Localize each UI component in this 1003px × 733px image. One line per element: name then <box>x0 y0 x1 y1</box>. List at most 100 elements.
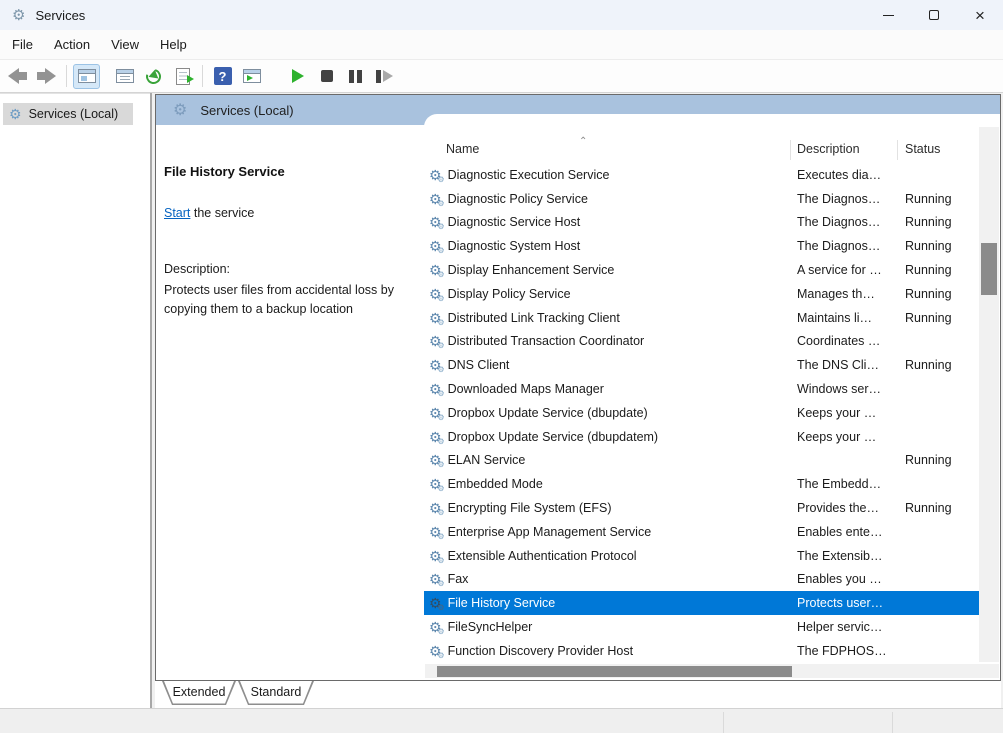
toolbar: ? <box>0 60 1003 93</box>
service-name: Distributed Link Tracking Client <box>448 311 620 325</box>
list-header: ⌃ Name Description Status <box>424 136 1000 163</box>
service-gear-icon: ⚙⚙ <box>429 311 442 325</box>
restart-service-button[interactable] <box>371 64 398 89</box>
table-row[interactable]: ⚙⚙Encrypting File System (EFS)Provides t… <box>424 496 979 520</box>
table-row[interactable]: ⚙⚙Function Discovery Provider HostThe FD… <box>424 639 979 663</box>
table-row[interactable]: ⚙⚙Display Policy ServiceManages th…Runni… <box>424 282 979 306</box>
service-description: Windows ser… <box>797 382 881 396</box>
stop-service-button[interactable] <box>313 64 340 89</box>
menu-bar: File Action View Help <box>0 30 1003 60</box>
table-row[interactable]: ⚙⚙DNS ClientThe DNS Cli…Running <box>424 353 979 377</box>
service-name: Diagnostic Execution Service <box>448 168 610 182</box>
show-console-tree-button[interactable] <box>73 64 100 89</box>
view-header-title: Services (Local) <box>200 103 293 118</box>
service-gear-icon: ⚙⚙ <box>429 644 442 658</box>
window-title: Services <box>35 8 85 23</box>
service-gear-icon: ⚙⚙ <box>429 358 442 372</box>
table-row[interactable]: ⚙⚙File History ServiceProtects user… <box>424 591 979 615</box>
service-status: Running <box>905 239 952 253</box>
horizontal-scrollbar[interactable] <box>425 664 999 678</box>
show-action-pane-button[interactable] <box>238 64 265 89</box>
table-row[interactable]: ⚙⚙Diagnostic System HostThe Diagnos…Runn… <box>424 234 979 258</box>
close-button[interactable]: × <box>957 0 1003 30</box>
table-row[interactable]: ⚙⚙Display Enhancement ServiceA service f… <box>424 258 979 282</box>
table-row[interactable]: ⚙⚙Distributed Link Tracking ClientMainta… <box>424 306 979 330</box>
minimize-button[interactable] <box>865 0 911 30</box>
view-tab-strip: Extended Standard <box>155 681 1001 708</box>
service-gear-icon: ⚙⚙ <box>429 192 442 206</box>
table-row[interactable]: ⚙⚙Diagnostic Execution ServiceExecutes d… <box>424 163 979 187</box>
back-button[interactable] <box>4 64 31 89</box>
service-status: Running <box>905 311 952 325</box>
forward-button[interactable] <box>33 64 60 89</box>
table-row[interactable]: ⚙⚙Enterprise App Management ServiceEnabl… <box>424 520 979 544</box>
forward-icon <box>37 68 56 84</box>
pause-service-button[interactable] <box>342 64 369 89</box>
column-header-name[interactable]: Name <box>446 142 479 156</box>
column-separator[interactable] <box>790 140 791 160</box>
pane-splitter[interactable] <box>150 93 152 708</box>
tree-item-services-local[interactable]: ⚙ Services (Local) <box>3 103 133 125</box>
service-gear-icon: ⚙⚙ <box>429 287 442 301</box>
tab-standard[interactable]: Standard <box>238 681 314 705</box>
help-button[interactable]: ? <box>209 64 236 89</box>
horizontal-scrollbar-thumb[interactable] <box>437 666 792 677</box>
window-controls: × <box>865 0 1003 30</box>
menu-action[interactable]: Action <box>44 33 100 56</box>
table-row[interactable]: ⚙⚙Extensible Authentication ProtocolThe … <box>424 544 979 568</box>
services-gear-icon: ⚙ <box>173 100 187 120</box>
table-row[interactable]: ⚙⚙FileSyncHelperHelper servic… <box>424 615 979 639</box>
service-gear-icon: ⚙⚙ <box>429 430 442 444</box>
minimize-icon <box>883 15 894 16</box>
service-status: Running <box>905 453 952 467</box>
column-separator[interactable] <box>897 140 898 160</box>
service-name: Encrypting File System (EFS) <box>448 501 612 515</box>
tab-extended[interactable]: Extended <box>162 681 236 705</box>
table-row[interactable]: ⚙⚙Diagnostic Policy ServiceThe Diagnos…R… <box>424 187 979 211</box>
table-row[interactable]: ⚙⚙Dropbox Update Service (dbupdate)Keeps… <box>424 401 979 425</box>
view-pane: ⚙ Services (Local) File History Service … <box>155 94 1001 681</box>
service-status: Running <box>905 263 952 277</box>
start-service-link[interactable]: Start <box>164 206 190 220</box>
table-row[interactable]: ⚙⚙Diagnostic Service HostThe Diagnos…Run… <box>424 211 979 235</box>
vertical-scrollbar-thumb[interactable] <box>981 243 997 295</box>
service-description: Manages th… <box>797 287 875 301</box>
start-service-button[interactable] <box>284 64 311 89</box>
table-row[interactable]: ⚙⚙Downloaded Maps ManagerWindows ser… <box>424 377 979 401</box>
properties-button[interactable] <box>111 64 138 89</box>
toolbar-separator <box>66 65 67 87</box>
service-name: FileSyncHelper <box>448 620 533 634</box>
service-name: Extensible Authentication Protocol <box>448 549 637 563</box>
menu-help[interactable]: Help <box>150 33 197 56</box>
service-status: Running <box>905 287 952 301</box>
table-row[interactable]: ⚙⚙Distributed Transaction CoordinatorCoo… <box>424 330 979 354</box>
action-suffix: the service <box>190 206 254 220</box>
divider <box>723 712 724 733</box>
sort-ascending-icon: ⌃ <box>579 136 587 147</box>
service-description: Executes dia… <box>797 168 881 182</box>
service-gear-icon: ⚙⚙ <box>429 572 442 586</box>
service-gear-icon: ⚙⚙ <box>429 453 442 467</box>
service-name: Dropbox Update Service (dbupdate) <box>448 406 648 420</box>
service-status: Running <box>905 192 952 206</box>
table-row[interactable]: ⚙⚙ ELAN Service Running <box>424 449 979 473</box>
service-name: ELAN Service <box>448 453 526 467</box>
column-header-status[interactable]: Status <box>905 142 940 156</box>
table-row[interactable]: ⚙⚙FaxEnables you … <box>424 568 979 592</box>
table-row[interactable]: ⚙⚙Embedded ModeThe Embedd… <box>424 472 979 496</box>
services-window: ⚙ Services × File Action View Help <box>0 0 1003 733</box>
menu-file[interactable]: File <box>2 33 43 56</box>
maximize-button[interactable] <box>911 0 957 30</box>
column-header-description[interactable]: Description <box>797 142 860 156</box>
menu-view[interactable]: View <box>101 33 149 56</box>
service-description: The Diagnos… <box>797 192 880 206</box>
service-name: Fax <box>448 572 469 586</box>
help-icon: ? <box>214 67 232 85</box>
refresh-button[interactable] <box>140 64 167 89</box>
vertical-scrollbar[interactable] <box>979 127 999 662</box>
export-list-button[interactable] <box>169 64 196 89</box>
service-description: The Diagnos… <box>797 239 880 253</box>
table-row[interactable]: ⚙⚙Dropbox Update Service (dbupdatem)Keep… <box>424 425 979 449</box>
service-gear-icon: ⚙⚙ <box>429 477 442 491</box>
service-description: The Embedd… <box>797 477 881 491</box>
